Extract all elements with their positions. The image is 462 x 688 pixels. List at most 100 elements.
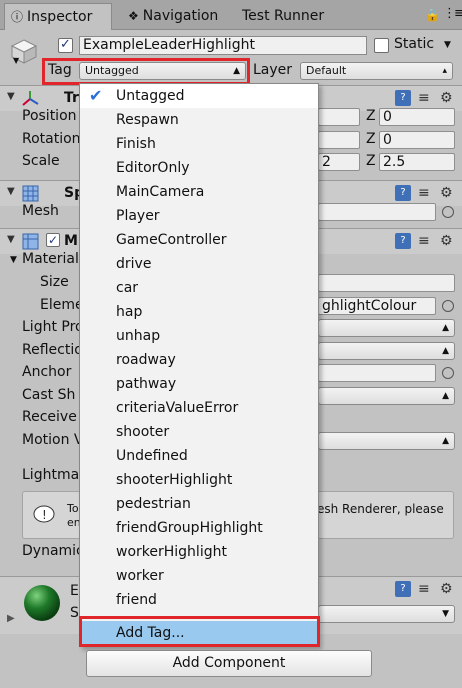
anchor-label: Anchor: [22, 364, 72, 380]
shader-dropdown[interactable]: ▼: [318, 605, 455, 623]
scale-y-field[interactable]: 2: [318, 153, 360, 171]
tag-option[interactable]: shooter: [80, 420, 318, 444]
tab-bar: ⓘ Inspector ❖ Navigation Test Runner 🔒 ⋮≡: [0, 0, 462, 30]
tag-option[interactable]: Respawn: [80, 108, 318, 132]
preset-icon[interactable]: ≡: [418, 581, 434, 597]
static-dropdown-arrow-icon[interactable]: ▼: [444, 40, 451, 50]
gear-icon[interactable]: ⚙: [440, 581, 456, 597]
tab-navigation[interactable]: ❖ Navigation: [122, 3, 218, 30]
help-text-line1: To: [67, 502, 79, 515]
material-foldout-icon[interactable]: ▶: [7, 613, 15, 624]
help-icon[interactable]: ?: [395, 233, 411, 249]
object-picker-icon[interactable]: [442, 367, 454, 379]
tab-menu-icon[interactable]: ⋮≡: [443, 6, 462, 21]
active-checkbox[interactable]: ✓: [58, 38, 73, 53]
svg-text:!: !: [42, 508, 47, 522]
tag-option[interactable]: worker: [80, 564, 318, 588]
mesh-renderer-title: M: [64, 233, 78, 249]
tag-option-label: unhap: [116, 328, 161, 344]
tag-option[interactable]: hap: [80, 300, 318, 324]
tag-option[interactable]: ✔ Untagged: [80, 84, 318, 108]
materials-foldout-icon[interactable]: ▼: [10, 255, 17, 265]
gear-icon[interactable]: ⚙: [440, 233, 456, 249]
foldout-icon: ▼: [7, 91, 15, 102]
scale-z-label: Z: [366, 153, 376, 169]
scale-z-field[interactable]: 2.5: [379, 153, 455, 171]
tag-option[interactable]: friend: [80, 588, 318, 612]
tag-option-label: EditorOnly: [116, 160, 190, 176]
rotation-z-field[interactable]: 0: [379, 131, 455, 149]
position-z-field[interactable]: 0: [379, 108, 455, 126]
scale-label: Scale: [22, 153, 60, 169]
static-checkbox[interactable]: [374, 38, 389, 53]
reflection-label: Reflectio: [22, 342, 83, 358]
tag-option-label: worker: [116, 568, 164, 584]
size-field[interactable]: [318, 274, 455, 292]
tag-option-label: roadway: [116, 352, 176, 368]
shader-label: S: [70, 605, 79, 621]
preset-icon[interactable]: ≡: [418, 185, 434, 201]
info-icon: ⓘ: [11, 10, 24, 24]
position-y-field[interactable]: [318, 108, 360, 126]
gear-icon[interactable]: ⚙: [440, 90, 456, 106]
preset-icon[interactable]: ≡: [418, 90, 434, 106]
material-title: E: [70, 583, 79, 599]
tag-option[interactable]: MainCamera: [80, 180, 318, 204]
tag-option[interactable]: Player: [80, 204, 318, 228]
tab-inspector[interactable]: ⓘ Inspector: [4, 3, 112, 30]
size-label: Size: [40, 274, 69, 290]
tag-option-label: Player: [116, 208, 160, 224]
tag-option[interactable]: unhap: [80, 324, 318, 348]
tag-option[interactable]: pathway: [80, 372, 318, 396]
reflection-dropdown[interactable]: ▲: [318, 342, 455, 360]
tab-test-runner[interactable]: Test Runner: [236, 3, 324, 30]
lock-icon[interactable]: 🔒: [425, 8, 440, 22]
mesh-renderer-enabled-checkbox[interactable]: ✓: [46, 233, 60, 247]
help-icon[interactable]: ?: [395, 90, 411, 106]
object-picker-icon[interactable]: [442, 206, 454, 218]
tag-option-label: workerHighlight: [116, 544, 227, 560]
tag-option[interactable]: drive: [80, 252, 318, 276]
preset-icon[interactable]: ≡: [418, 233, 434, 249]
add-component-button[interactable]: Add Component: [86, 650, 372, 677]
tag-option-label: Untagged: [116, 88, 185, 104]
help-icon[interactable]: ?: [395, 185, 411, 201]
foldout-icon: ▼: [7, 186, 15, 197]
mesh-field[interactable]: [318, 203, 436, 221]
tag-option[interactable]: car: [80, 276, 318, 300]
motion-vectors-label: Motion V: [22, 432, 84, 448]
light-probes-dropdown[interactable]: ▲: [318, 319, 455, 337]
help-text-right: esh Renderer, please: [317, 502, 444, 516]
object-name-field[interactable]: ExampleLeaderHighlight: [79, 36, 367, 55]
tag-option-label: shooterHighlight: [116, 472, 233, 488]
tag-option-label: drive: [116, 256, 152, 272]
mesh-renderer-icon: [22, 233, 39, 250]
static-label: Static: [394, 36, 435, 52]
light-probes-label: Light Pro: [22, 319, 84, 335]
help-icon[interactable]: ?: [395, 581, 411, 597]
rotation-y-field[interactable]: [318, 131, 360, 149]
tag-option-label: Respawn: [116, 112, 179, 128]
tag-option[interactable]: pedestrian: [80, 492, 318, 516]
tag-option[interactable]: Finish: [80, 132, 318, 156]
gear-icon[interactable]: ⚙: [440, 185, 456, 201]
tag-option[interactable]: friendGroupHighlight: [80, 516, 318, 540]
tag-option[interactable]: GameController: [80, 228, 318, 252]
tag-option[interactable]: workerHighlight: [80, 540, 318, 564]
tag-option[interactable]: EditorOnly: [80, 156, 318, 180]
tag-option[interactable]: criteriaValueError: [80, 396, 318, 420]
tag-option-label: GameController: [116, 232, 227, 248]
tag-option[interactable]: Undefined: [80, 444, 318, 468]
anchor-field[interactable]: [318, 364, 436, 382]
tag-option[interactable]: shooterHighlight: [80, 468, 318, 492]
transform-icon: [22, 91, 39, 106]
icon-dropdown-arrow-icon[interactable]: ▼: [13, 56, 19, 65]
tag-highlight-box: [42, 58, 250, 85]
tag-option[interactable]: roadway: [80, 348, 318, 372]
layer-dropdown[interactable]: Default ▴: [300, 62, 453, 80]
motion-vectors-dropdown[interactable]: ▲: [318, 432, 455, 450]
cast-shadows-dropdown[interactable]: ▲: [318, 387, 455, 405]
object-picker-icon[interactable]: [442, 300, 454, 312]
element-field[interactable]: ghlightColour: [318, 297, 436, 315]
tag-option-label: friend: [116, 592, 157, 608]
